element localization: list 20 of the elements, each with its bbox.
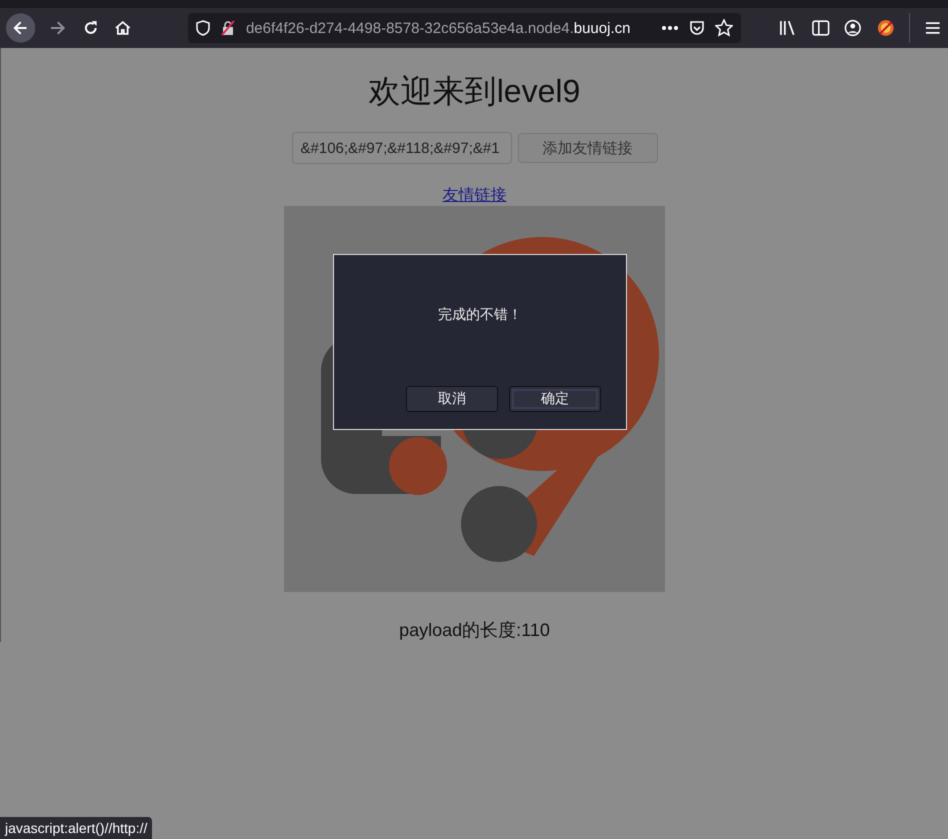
add-link-button[interactable]: 添加友情链接 [518,133,658,163]
account-icon[interactable] [843,18,863,38]
pocket-icon[interactable] [689,20,706,36]
payload-length-text: payload的长度:110 [399,619,550,642]
sidebar-icon[interactable] [810,18,830,38]
page-title: 欢迎来到level9 [368,72,580,110]
back-button[interactable] [6,13,36,43]
more-icon[interactable] [661,25,680,31]
shield-icon [196,20,210,36]
friend-link[interactable]: 友情链接 [442,186,506,206]
dialog-message: 完成的不错！ [438,306,522,324]
address-bar[interactable]: de6f4f26-d274-4498-8578-32c656a53e4a.node4.buuoj.cn [188,13,742,43]
extension-icon[interactable] [876,18,896,38]
insecure-lock-icon [220,20,236,36]
link-input-field[interactable]: &#106;&#97;&#118;&#97;&#1 [292,132,512,164]
url-text: de6f4f26-d274-4498-8578-32c656a53e4a.node4.buuoj.cn [246,20,632,36]
dialog-button[interactable]: 取消 [406,386,498,412]
dialog-button[interactable]: 确定 [509,386,601,412]
status-bar: javascript:alert()//http:// [0,817,152,839]
star-icon[interactable] [715,19,734,37]
